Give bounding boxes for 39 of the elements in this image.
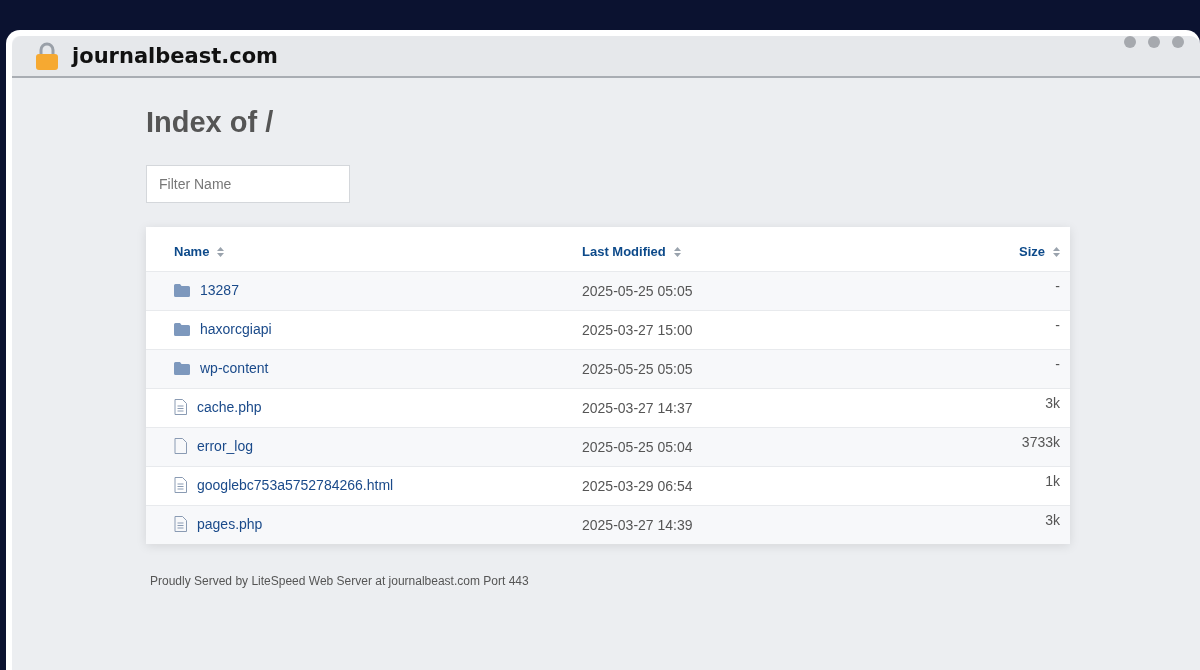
size-text: 1k [1045, 473, 1060, 489]
file-link[interactable]: pages.php [197, 515, 263, 532]
file-link[interactable]: 13287 [200, 282, 239, 299]
file-link[interactable]: wp-content [200, 360, 269, 377]
column-header-link[interactable]: Size [1019, 244, 1045, 259]
sort-icon [1053, 247, 1060, 258]
size-text: - [1055, 278, 1060, 294]
file-link[interactable]: haxorcgiapi [200, 321, 272, 338]
padlock-icon [36, 42, 58, 70]
modified-date-text: 2025-03-27 14:37 [582, 400, 693, 416]
text-file-icon [174, 515, 187, 532]
size-text: 3k [1045, 512, 1060, 528]
folder-icon [174, 361, 190, 375]
server-footer-text: Proudly Served by LiteSpeed Web Server at journalbeast.com Port 443 [150, 574, 530, 588]
column-header-link[interactable]: Name [174, 244, 210, 259]
folder-icon [174, 322, 190, 336]
modified-date-text: 2025-05-25 05:05 [582, 361, 693, 377]
filter-field[interactable]: Filter Name [146, 165, 350, 203]
modified-date-text: 2025-05-25 05:05 [582, 283, 693, 299]
size-text: - [1055, 356, 1060, 372]
size-text: - [1055, 317, 1060, 333]
sort-icon [217, 247, 225, 258]
text-file-icon [174, 476, 187, 493]
folder-icon [174, 283, 190, 297]
size-text: 3k [1045, 395, 1060, 411]
text-file-icon [174, 398, 187, 415]
page-heading: Index of / [146, 106, 275, 139]
sort-icon [673, 247, 681, 258]
modified-date-text: 2025-03-27 15:00 [582, 322, 693, 338]
file-link[interactable]: error_log [197, 437, 254, 454]
size-text: 3733k [1021, 434, 1060, 450]
file-icon [174, 437, 187, 454]
file-link[interactable]: googlebc753a5752784266.html [197, 476, 394, 493]
modified-date-text: 2025-03-27 14:39 [582, 517, 693, 533]
modified-date-text: 2025-05-25 05:04 [582, 439, 693, 455]
column-header-link[interactable]: Last Modified [582, 244, 666, 259]
file-link[interactable]: cache.php [197, 398, 262, 415]
url-text: journalbeast.com [72, 44, 279, 68]
modified-date-text: 2025-03-29 06:54 [582, 478, 693, 494]
